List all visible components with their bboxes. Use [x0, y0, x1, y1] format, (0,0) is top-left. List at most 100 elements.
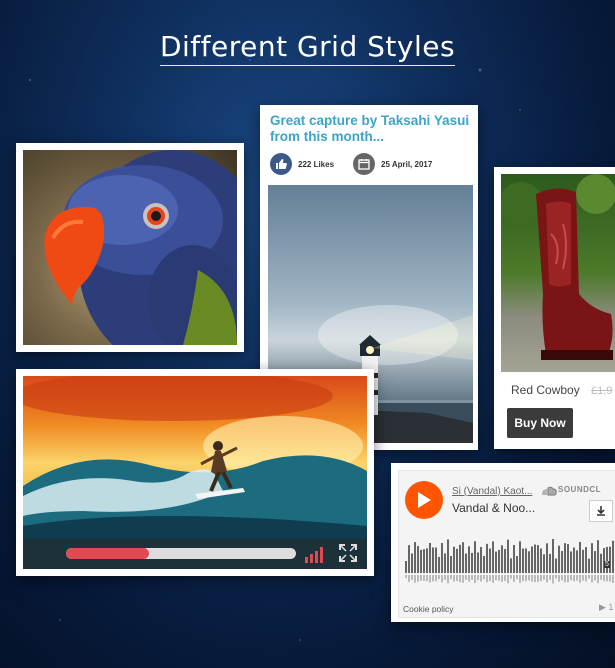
- waveform-bar: [444, 553, 446, 573]
- waveform-reflection: [552, 575, 554, 584]
- waveform-reflection: [429, 575, 431, 583]
- waveform-reflection: [582, 575, 584, 581]
- waveform-bar: [576, 550, 578, 573]
- waveform-bar: [447, 539, 449, 573]
- waveform-reflection: [435, 575, 437, 582]
- video-card[interactable]: [16, 369, 374, 576]
- waveform-reflection: [498, 575, 500, 581]
- waveform-reflection: [531, 575, 533, 582]
- waveform-bar: [426, 548, 428, 573]
- download-icon[interactable]: [589, 500, 613, 522]
- waveform-reflection: [447, 575, 449, 584]
- waveform-reflection: [516, 575, 518, 580]
- waveform-bar: [408, 545, 410, 573]
- thumbs-up-icon[interactable]: [270, 153, 292, 175]
- waveform-bar: [459, 544, 461, 573]
- soundcloud-card[interactable]: Si (Vandal) Kaot... Vandal & Noo... SOUN…: [391, 463, 615, 622]
- waveform-bar: [405, 561, 407, 573]
- waveform-reflection: [522, 575, 524, 582]
- waveform-time: 5: [604, 561, 610, 568]
- waveform-bar: [438, 556, 440, 573]
- waveform-reflection: [450, 575, 452, 580]
- waveform-reflection: [585, 575, 587, 582]
- play-count-value: 1: [608, 602, 614, 612]
- video-progress-bar[interactable]: [66, 548, 296, 559]
- waveform-reflection: [546, 575, 548, 583]
- waveform-bar: [561, 551, 563, 573]
- waveform[interactable]: [405, 535, 615, 585]
- track-title[interactable]: Vandal & Noo...: [452, 501, 535, 515]
- waveform-reflection: [519, 575, 521, 583]
- waveform-bar: [507, 539, 509, 573]
- product-price: £1,9: [591, 385, 613, 397]
- waveform-bar: [462, 542, 464, 573]
- cookie-policy-link[interactable]: Cookie policy: [403, 604, 454, 614]
- waveform-reflection: [588, 575, 590, 579]
- waveform-bar: [522, 548, 524, 573]
- waveform-bar: [477, 552, 479, 573]
- waveform-bar: [540, 548, 542, 573]
- parrot-image: [23, 150, 237, 345]
- waveform-bar: [486, 543, 488, 573]
- waveform-reflection: [471, 575, 473, 581]
- waveform-reflection: [477, 575, 479, 581]
- waveform-reflection: [561, 575, 563, 581]
- waveform-reflection: [597, 575, 599, 584]
- waveform-bar: [585, 547, 587, 573]
- volume-bars-icon[interactable]: [305, 545, 327, 568]
- waveform-reflection: [465, 575, 467, 580]
- waveform-bar: [423, 549, 425, 573]
- waveform-bar: [513, 545, 515, 573]
- page-heading: Different Grid Styles: [0, 30, 615, 66]
- waveform-bar: [549, 553, 551, 573]
- fullscreen-icon[interactable]: [339, 544, 357, 567]
- waveform-reflection: [600, 575, 602, 580]
- waveform-bar: [498, 549, 500, 573]
- waveform-reflection: [558, 575, 560, 582]
- waveform-reflection: [525, 575, 527, 582]
- waveform-reflection: [570, 575, 572, 581]
- waveform-reflection: [528, 575, 530, 581]
- soundcloud-logo-icon[interactable]: [541, 483, 557, 501]
- waveform-reflection: [456, 575, 458, 582]
- waveform-reflection: [486, 575, 488, 583]
- waveform-bar: [432, 547, 434, 573]
- artist-link[interactable]: Si (Vandal) Kaot...: [452, 486, 532, 497]
- post-title[interactable]: Great capture by Taksahi Yasui from this…: [270, 113, 470, 145]
- waveform-bar: [435, 547, 437, 573]
- waveform-bar: [528, 551, 530, 573]
- waveform-reflection: [423, 575, 425, 581]
- video-progress-fill: [66, 548, 149, 559]
- waveform-bar: [564, 543, 566, 573]
- waveform-bar: [474, 541, 476, 573]
- waveform-bar: [558, 545, 560, 573]
- waveform-reflection: [591, 575, 593, 583]
- waveform-reflection: [606, 575, 608, 582]
- waveform-bar: [414, 542, 416, 573]
- waveform-reflection: [567, 575, 569, 583]
- waveform-reflection: [426, 575, 428, 582]
- waveform-bar: [534, 544, 536, 573]
- waveform-bar: [582, 549, 584, 573]
- waveform-bar: [411, 553, 413, 573]
- likes-meta[interactable]: 222 Likes: [270, 153, 334, 175]
- play-button[interactable]: [405, 481, 443, 519]
- waveform-bar: [441, 543, 443, 573]
- waveform-reflection: [492, 575, 494, 583]
- buy-now-button[interactable]: Buy Now: [507, 408, 573, 438]
- waveform-bar: [546, 543, 548, 573]
- waveform-bar: [609, 546, 611, 573]
- waveform-reflection: [432, 575, 434, 582]
- waveform-bar: [510, 558, 512, 573]
- waveform-bar: [537, 545, 539, 573]
- waveform-bar: [468, 546, 470, 573]
- surfer-video-frame[interactable]: [23, 376, 367, 569]
- waveform-reflection: [480, 575, 482, 582]
- waveform-reflection: [462, 575, 464, 583]
- parrot-card[interactable]: [16, 143, 244, 352]
- product-card[interactable]: Red Cowboy £1,9 Buy Now: [494, 167, 615, 449]
- heading-text: Different Grid Styles: [159, 30, 456, 66]
- waveform-reflection: [543, 575, 545, 580]
- waveform-bar: [555, 558, 557, 573]
- waveform-bar: [525, 548, 527, 573]
